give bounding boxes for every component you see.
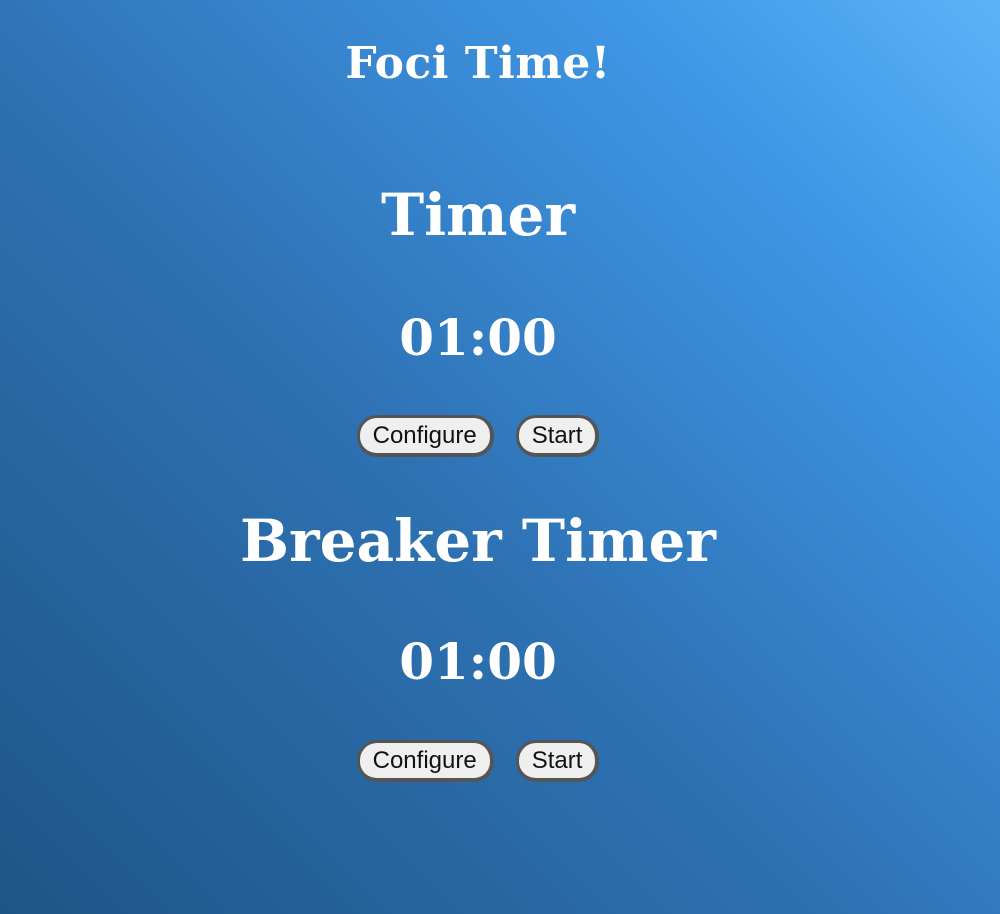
breaker-timer-clock: 01:00 xyxy=(399,632,557,691)
focus-timer-clock: 01:00 xyxy=(399,308,557,367)
breaker-timer-controls: Configure Start xyxy=(0,740,956,782)
app-container: Foci Time! Timer 01:00 Configure Start B… xyxy=(0,0,1000,914)
focus-configure-button[interactable]: Configure xyxy=(356,415,494,457)
focus-timer-title: Timer xyxy=(380,181,576,249)
breaker-start-button[interactable]: Start xyxy=(515,740,600,782)
breaker-timer-title: Breaker Timer xyxy=(240,507,716,575)
app-title: Foci Time! xyxy=(345,38,611,89)
breaker-configure-button[interactable]: Configure xyxy=(356,740,494,782)
focus-start-button[interactable]: Start xyxy=(515,415,600,457)
focus-timer-controls: Configure Start xyxy=(0,415,956,457)
